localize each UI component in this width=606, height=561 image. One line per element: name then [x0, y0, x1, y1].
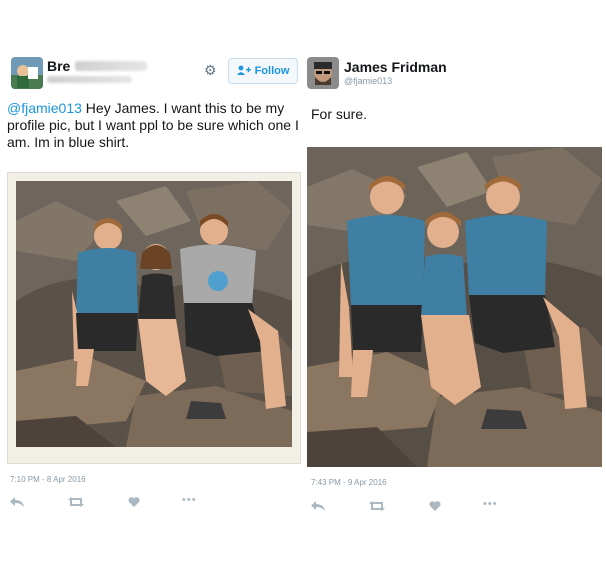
add-user-icon: [236, 65, 251, 78]
left-timestamp[interactable]: 7:10 PM - 8 Apr 2016: [10, 475, 86, 484]
retweet-icon[interactable]: [369, 501, 385, 514]
left-name-redaction: [75, 61, 147, 71]
left-photo: [16, 181, 292, 447]
mention-link[interactable]: @fjamie013: [7, 100, 82, 116]
left-handle-redaction: [47, 76, 132, 83]
follow-button[interactable]: Follow: [228, 58, 298, 84]
more-icon[interactable]: •••: [483, 498, 498, 510]
right-handle[interactable]: @fjamie013: [344, 76, 392, 86]
right-timestamp[interactable]: 7:43 PM - 9 Apr 2016: [311, 478, 387, 487]
follow-label: Follow: [254, 65, 290, 77]
left-avatar[interactable]: [11, 57, 43, 89]
retweet-icon[interactable]: [68, 497, 84, 510]
right-display-name[interactable]: James Fridman: [344, 59, 447, 75]
heart-icon[interactable]: [128, 497, 140, 510]
right-photo[interactable]: [307, 147, 602, 467]
left-photo-frame[interactable]: [7, 172, 301, 464]
left-tweet: Bre ⚙ Follow @fjamie013 Hey James. I wan…: [0, 0, 303, 561]
right-tweet-text: For sure.: [311, 106, 368, 122]
right-avatar[interactable]: [307, 57, 339, 89]
left-tweet-text: @fjamie013 Hey James. I want this to be …: [7, 100, 299, 151]
left-display-name[interactable]: Bre: [47, 58, 70, 74]
reply-icon[interactable]: [10, 497, 24, 510]
gear-icon[interactable]: ⚙: [204, 63, 217, 77]
right-tweet: James Fridman @fjamie013 For sure. 7:43 …: [303, 0, 606, 561]
heart-icon[interactable]: [429, 501, 441, 514]
right-action-bar: •••: [311, 498, 501, 515]
left-action-bar: •••: [10, 494, 200, 511]
more-icon[interactable]: •••: [182, 494, 197, 506]
reply-icon[interactable]: [311, 501, 325, 514]
